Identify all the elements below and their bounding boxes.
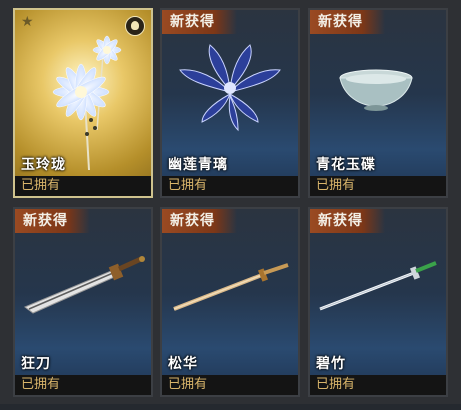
owned-status: 已拥有 [162, 176, 298, 196]
owned-status: 已拥有 [15, 375, 151, 395]
owned-status: 已拥有 [310, 375, 446, 395]
new-badge: 新获得 [162, 209, 237, 233]
spirit-badge-icon [125, 16, 145, 36]
new-badge: 新获得 [310, 10, 385, 34]
owned-status: 已拥有 [162, 375, 298, 395]
star-icon: ★ [21, 14, 34, 30]
item-card-songhua[interactable]: 新获得 松华 已拥有 [160, 207, 300, 397]
item-name: 狂刀 [21, 356, 51, 372]
item-name: 青花玉碟 [316, 157, 376, 173]
item-name: 松华 [168, 356, 198, 372]
new-badge: 新获得 [15, 209, 90, 233]
item-name: 碧竹 [316, 356, 346, 372]
new-badge: 新获得 [162, 10, 237, 34]
owned-status: 已拥有 [310, 176, 446, 196]
item-card-bizhu[interactable]: 新获得 碧竹 已拥有 [308, 207, 448, 397]
new-badge: 新获得 [310, 209, 385, 233]
item-card-qinghuayudie[interactable]: 新获得 青花玉碟 已拥有 [308, 8, 448, 198]
next-row-edge [0, 404, 461, 410]
item-card-kuangdao[interactable]: 新获得 狂刀 已拥有 [13, 207, 153, 397]
item-name: 幽莲青璃 [168, 157, 228, 173]
item-card-youlianqingli[interactable]: 新获得 幽莲青璃 已拥有 [160, 8, 300, 198]
owned-status: 已拥有 [15, 176, 151, 196]
item-card-yulinglong[interactable]: ★ 玉玲珑 已拥有 [13, 8, 153, 198]
item-name: 玉玲珑 [21, 157, 66, 173]
